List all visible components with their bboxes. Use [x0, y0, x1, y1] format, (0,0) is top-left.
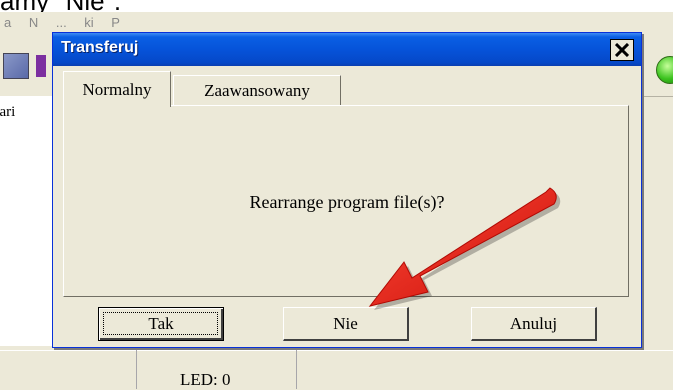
status-led: LED: 0: [180, 370, 231, 389]
cancel-button[interactable]: Anuluj: [471, 307, 597, 341]
tab-normalny[interactable]: Normalny: [63, 71, 171, 107]
no-button[interactable]: Nie: [283, 307, 409, 341]
dialog-title: Transferuj: [61, 39, 139, 56]
tab-label: Zaawansowany: [204, 80, 310, 100]
background-statusbar: [0, 350, 673, 390]
background-menubar: a N ... ki P: [4, 15, 120, 30]
toolbar-image-icon[interactable]: [3, 53, 29, 79]
close-icon: [615, 43, 629, 57]
status-divider: [136, 350, 137, 389]
caption-text: amy "Nie".: [0, 0, 673, 12]
close-button[interactable]: [610, 39, 634, 61]
transfer-dialog: Transferuj Normalny Zaawansowany Rearran…: [52, 32, 642, 348]
status-divider: [296, 350, 297, 389]
tab-zaawansowany[interactable]: Zaawansowany: [173, 75, 341, 105]
tab-panel: Rearrange program file(s)?: [63, 105, 629, 297]
background-left-label: nari: [0, 104, 16, 120]
dialog-message: Rearrange program file(s)?: [249, 192, 445, 212]
yes-button[interactable]: Tak: [98, 307, 224, 341]
yes-button-label: Tak: [148, 314, 174, 333]
cancel-button-label: Anuluj: [509, 313, 558, 333]
toolbar-bar-icon[interactable]: [36, 55, 46, 77]
no-button-label: Nie: [333, 313, 358, 333]
background-left-panel: [0, 96, 53, 346]
tab-label: Normalny: [82, 79, 152, 99]
dialog-titlebar[interactable]: Transferuj: [53, 33, 641, 66]
